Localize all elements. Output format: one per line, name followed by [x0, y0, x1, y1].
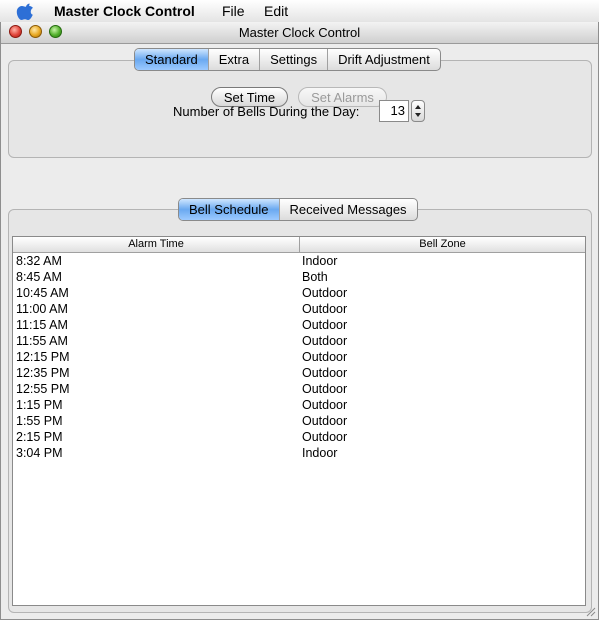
main-window: Master Clock Control Standard Extra Sett…: [0, 22, 599, 620]
table-row[interactable]: 11:15 AM Outdoor: [13, 317, 585, 333]
tab-received-messages[interactable]: Received Messages: [280, 199, 417, 220]
title-bar[interactable]: Master Clock Control: [1, 22, 598, 44]
stepper-down-icon[interactable]: [415, 113, 421, 117]
bells-count-label: Number of Bells During the Day:: [173, 104, 360, 119]
bell-zone-cell[interactable]: Outdoor: [301, 365, 585, 381]
alarm-time-cell[interactable]: 10:45 AM: [13, 285, 301, 301]
bell-schedule-table[interactable]: Alarm Time Bell Zone 8:32 AM Indoor 8:45 A…: [12, 236, 586, 606]
bell-zone-cell[interactable]: Outdoor: [301, 333, 585, 349]
alarm-time-cell[interactable]: 11:00 AM: [13, 301, 301, 317]
alarm-time-cell[interactable]: 3:04 PM: [13, 445, 301, 461]
top-tab-bar: Standard Extra Settings Drift Adjustment: [134, 48, 441, 71]
alarm-time-cell[interactable]: 12:55 PM: [13, 381, 301, 397]
alarm-time-cell[interactable]: 11:15 AM: [13, 317, 301, 333]
resize-grip-icon[interactable]: [584, 605, 596, 617]
table-row[interactable]: 8:45 AM Both: [13, 269, 585, 285]
table-row[interactable]: 12:35 PM Outdoor: [13, 365, 585, 381]
bell-zone-cell[interactable]: Outdoor: [301, 381, 585, 397]
table-row[interactable]: 12:55 PM Outdoor: [13, 381, 585, 397]
table-row[interactable]: 10:45 AM Outdoor: [13, 285, 585, 301]
table-body: 8:32 AM Indoor 8:45 AM Both 10:45 AM Outdoor 1…: [13, 253, 585, 461]
table-row[interactable]: 2:15 PM Outdoor: [13, 429, 585, 445]
alarm-time-cell[interactable]: 1:55 PM: [13, 413, 301, 429]
table-row[interactable]: 12:15 PM Outdoor: [13, 349, 585, 365]
bell-zone-cell[interactable]: Outdoor: [301, 413, 585, 429]
window-title: Master Clock Control: [238, 25, 361, 40]
bell-zone-cell[interactable]: Indoor: [301, 445, 585, 461]
alarm-time-cell[interactable]: 12:35 PM: [13, 365, 301, 381]
tab-standard[interactable]: Standard: [135, 49, 209, 70]
table-row[interactable]: 8:32 AM Indoor: [13, 253, 585, 269]
bell-zone-cell[interactable]: Indoor: [301, 253, 585, 269]
menu-file[interactable]: File: [222, 3, 245, 19]
menu-edit[interactable]: Edit: [264, 3, 288, 19]
bell-zone-cell[interactable]: Both: [301, 269, 585, 285]
table-row[interactable]: 11:00 AM Outdoor: [13, 301, 585, 317]
bell-zone-cell[interactable]: Outdoor: [301, 317, 585, 333]
bells-count-field[interactable]: 13: [379, 100, 409, 122]
menu-bar: Master Clock Control File Edit: [0, 0, 599, 23]
apple-menu-icon[interactable]: [15, 2, 37, 20]
table-row[interactable]: 1:55 PM Outdoor: [13, 413, 585, 429]
bell-zone-cell[interactable]: Outdoor: [301, 397, 585, 413]
alarm-time-cell[interactable]: 8:45 AM: [13, 269, 301, 285]
alarm-time-cell[interactable]: 12:15 PM: [13, 349, 301, 365]
tab-extra[interactable]: Extra: [209, 49, 261, 70]
alarm-time-cell[interactable]: 8:32 AM: [13, 253, 301, 269]
tab-bell-schedule[interactable]: Bell Schedule: [179, 199, 280, 220]
bell-zone-cell[interactable]: Outdoor: [301, 301, 585, 317]
bells-count-stepper[interactable]: [411, 100, 425, 122]
bottom-tab-bar: Bell Schedule Received Messages: [178, 198, 418, 221]
stepper-up-icon[interactable]: [415, 105, 421, 109]
table-row[interactable]: 1:15 PM Outdoor: [13, 397, 585, 413]
table-row[interactable]: 3:04 PM Indoor: [13, 445, 585, 461]
column-header-bell-zone[interactable]: Bell Zone: [300, 237, 585, 252]
bell-zone-cell[interactable]: Outdoor: [301, 285, 585, 301]
table-header: Alarm Time Bell Zone: [13, 237, 585, 253]
tab-drift-adjustment[interactable]: Drift Adjustment: [328, 49, 440, 70]
menu-app-name[interactable]: Master Clock Control: [54, 3, 195, 19]
column-header-alarm-time[interactable]: Alarm Time: [13, 237, 300, 252]
alarm-time-cell[interactable]: 1:15 PM: [13, 397, 301, 413]
alarm-time-cell[interactable]: 11:55 AM: [13, 333, 301, 349]
bell-zone-cell[interactable]: Outdoor: [301, 349, 585, 365]
bell-zone-cell[interactable]: Outdoor: [301, 429, 585, 445]
alarm-time-cell[interactable]: 2:15 PM: [13, 429, 301, 445]
tab-settings[interactable]: Settings: [260, 49, 329, 70]
table-row[interactable]: 11:55 AM Outdoor: [13, 333, 585, 349]
